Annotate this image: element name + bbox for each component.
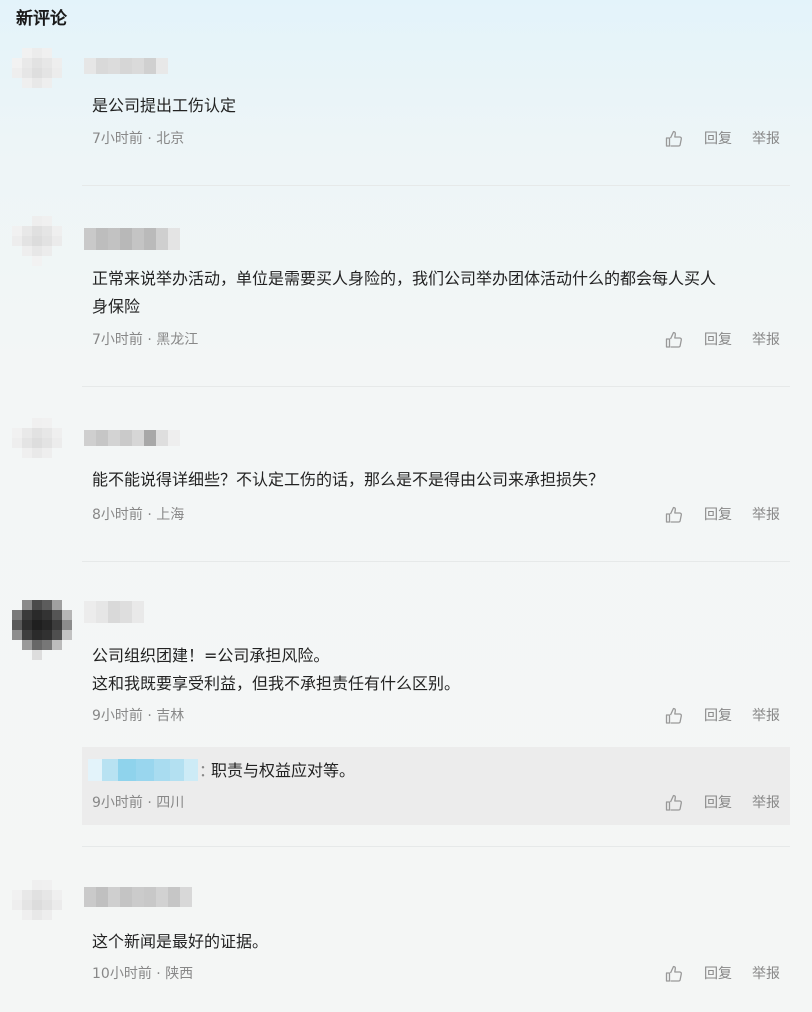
- reply-username-blurred[interactable]: [88, 759, 198, 781]
- avatar[interactable]: [12, 880, 72, 940]
- comment-location: 陕西: [165, 966, 194, 982]
- thumbs-up-icon[interactable]: [664, 793, 684, 813]
- report-button[interactable]: 举报: [752, 129, 780, 149]
- thumbs-up-icon[interactable]: [664, 964, 684, 984]
- avatar[interactable]: [12, 600, 72, 660]
- username-blurred[interactable]: [84, 601, 144, 623]
- username-blurred[interactable]: [84, 58, 168, 74]
- reply-button[interactable]: 回复: [704, 964, 732, 984]
- avatar[interactable]: [12, 418, 72, 478]
- meta-separator: ·: [142, 795, 157, 811]
- comment-meta: 7小时前 · 黑龙江: [92, 330, 198, 350]
- reply-button[interactable]: 回复: [704, 505, 732, 525]
- comment-location: 上海: [156, 507, 185, 523]
- report-button[interactable]: 举报: [752, 505, 780, 525]
- comment-time: 10小时前: [92, 966, 152, 982]
- comment-actions: 回复 举报: [664, 129, 780, 149]
- comment-location: 北京: [156, 131, 185, 147]
- reply-button[interactable]: 回复: [704, 330, 732, 350]
- reply-meta: 9小时前 · 四川: [92, 793, 184, 813]
- thumbs-up-icon[interactable]: [664, 330, 684, 350]
- report-button[interactable]: 举报: [752, 793, 780, 813]
- reply-actions: 回复 举报: [664, 793, 780, 813]
- thumbs-up-icon[interactable]: [664, 129, 684, 149]
- comment-actions: 回复 举报: [664, 964, 780, 984]
- comment-text: 正常来说举办活动，单位是需要买人身险的，我们公司举办团体活动什么的都会每人买人 …: [92, 269, 717, 316]
- reply-button[interactable]: 回复: [704, 793, 732, 813]
- comment-time: 7小时前: [92, 131, 143, 147]
- meta-separator: ·: [142, 507, 157, 523]
- comment-meta: 9小时前 · 吉林: [92, 706, 184, 726]
- comment-time: 9小时前: [92, 708, 143, 724]
- avatar[interactable]: [12, 48, 72, 108]
- reply-button[interactable]: 回复: [704, 129, 732, 149]
- reply-button[interactable]: 回复: [704, 706, 732, 726]
- comment-location: 黑龙江: [156, 332, 199, 348]
- avatar[interactable]: [12, 216, 72, 276]
- sub-reply: ： 职责与权益应对等。 9小时前 · 四川 回复 举报: [82, 747, 790, 825]
- comment-actions: 回复 举报: [664, 330, 780, 350]
- comment-meta: 10小时前 · 陕西: [92, 964, 193, 984]
- reply-location: 四川: [156, 795, 185, 811]
- comment-location: 吉林: [156, 708, 185, 724]
- section-title: 新评论: [16, 9, 67, 29]
- comment-text: 这个新闻是最好的证据。: [92, 932, 269, 951]
- comment-time: 8小时前: [92, 507, 143, 523]
- report-button[interactable]: 举报: [752, 706, 780, 726]
- reply-time: 9小时前: [92, 795, 143, 811]
- meta-separator: ·: [151, 966, 166, 982]
- divider: [82, 185, 790, 186]
- divider: [82, 561, 790, 562]
- meta-separator: ·: [142, 332, 157, 348]
- divider: [82, 846, 790, 847]
- comment-text: 能不能说得详细些？不认定工伤的话，那么是不是得由公司来承担损失？: [92, 470, 605, 489]
- comment-text: 公司组织团建！=公司承担风险。 这和我既要享受利益，但我不承担责任有什么区别。: [92, 646, 461, 693]
- comment-text: 是公司提出工伤认定: [92, 96, 237, 115]
- comment-actions: 回复 举报: [664, 706, 780, 726]
- report-button[interactable]: 举报: [752, 964, 780, 984]
- meta-separator: ·: [142, 708, 157, 724]
- report-button[interactable]: 举报: [752, 330, 780, 350]
- divider: [82, 386, 790, 387]
- comment-time: 7小时前: [92, 332, 143, 348]
- reply-text: 职责与权益应对等。: [211, 761, 356, 780]
- username-blurred[interactable]: [84, 887, 192, 907]
- comment-meta: 7小时前 · 北京: [92, 129, 184, 149]
- username-blurred[interactable]: [84, 228, 180, 250]
- thumbs-up-icon[interactable]: [664, 706, 684, 726]
- meta-separator: ·: [142, 131, 157, 147]
- username-blurred[interactable]: [84, 430, 180, 446]
- comment-actions: 回复 举报: [664, 505, 780, 525]
- thumbs-up-icon[interactable]: [664, 505, 684, 525]
- comment-meta: 8小时前 · 上海: [92, 505, 184, 525]
